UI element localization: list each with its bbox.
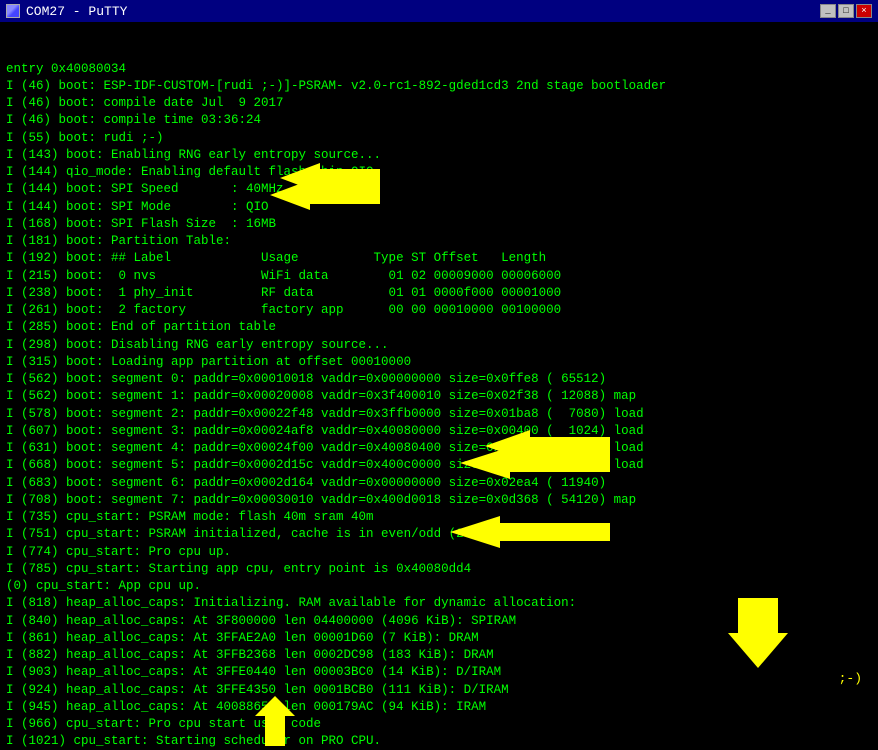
terminal-line: I (562) boot: segment 0: paddr=0x0001001… [6,371,872,388]
terminal-line: I (785) cpu_start: Starting app cpu, ent… [6,561,872,578]
terminal-line: I (168) boot: SPI Flash Size : 16MB [6,216,872,233]
terminal-line: I (945) heap_alloc_caps: At 40088654 len… [6,699,872,716]
terminal-line: I (215) boot: 0 nvs WiFi data 01 02 0000… [6,268,872,285]
terminal-line: I (285) boot: End of partition table [6,319,872,336]
terminal-line: I (143) boot: Enabling RNG early entropy… [6,147,872,164]
terminal-line: I (683) boot: segment 6: paddr=0x0002d16… [6,475,872,492]
smiley-text: ;-) [839,671,862,686]
title-bar-buttons[interactable]: _ □ × [820,4,872,18]
terminal-line: I (46) boot: compile time 03:36:24 [6,112,872,129]
terminal-line: I (238) boot: 1 phy_init RF data 01 01 0… [6,285,872,302]
terminal-line: I (668) boot: segment 5: paddr=0x0002d15… [6,457,872,474]
terminal-line: I (578) boot: segment 2: paddr=0x00022f4… [6,406,872,423]
terminal-line: I (562) boot: segment 1: paddr=0x0002000… [6,388,872,405]
terminal-line: I (861) heap_alloc_caps: At 3FFAE2A0 len… [6,630,872,647]
terminal-line: I (144) qio_mode: Enabling default flash… [6,164,872,181]
terminal-line: I (192) boot: ## Label Usage Type ST Off… [6,250,872,267]
terminal-line: I (181) boot: Partition Table: [6,233,872,250]
terminal-line: I (966) cpu_start: Pro cpu start user co… [6,716,872,733]
terminal-line: I (144) boot: SPI Speed : 40MHz [6,181,872,198]
terminal-line: I (46) boot: ESP-IDF-CUSTOM-[rudi ;-)]-P… [6,78,872,95]
terminal-line: (0) cpu_start: App cpu up. [6,578,872,595]
terminal-line: I (818) heap_alloc_caps: Initializing. R… [6,595,872,612]
window-title: COM27 - PuTTY [26,4,127,19]
terminal-line: I (261) boot: 2 factory factory app 00 0… [6,302,872,319]
putty-icon [6,4,20,18]
maximize-button[interactable]: □ [838,4,854,18]
terminal-line: I (1021) cpu_start: Starting scheduler o… [6,733,872,750]
terminal-line: I (315) boot: Loading app partition at o… [6,354,872,371]
terminal-line: I (882) heap_alloc_caps: At 3FFB2368 len… [6,647,872,664]
terminal-line: I (751) cpu_start: PSRAM initialized, ca… [6,526,872,543]
window: COM27 - PuTTY _ □ × entry 0x40080034I (4… [0,0,878,750]
terminal-line: I (144) boot: SPI Mode : QIO [6,199,872,216]
terminal-line: I (607) boot: segment 3: paddr=0x00024af… [6,423,872,440]
terminal-line: entry 0x40080034 [6,61,872,78]
terminal-line: I (631) boot: segment 4: paddr=0x00024f0… [6,440,872,457]
minimize-button[interactable]: _ [820,4,836,18]
terminal-line: I (735) cpu_start: PSRAM mode: flash 40m… [6,509,872,526]
close-button[interactable]: × [856,4,872,18]
terminal-wrapper: entry 0x40080034I (46) boot: ESP-IDF-CUS… [0,22,878,750]
terminal-line: I (708) boot: segment 7: paddr=0x0003001… [6,492,872,509]
terminal-line: I (46) boot: compile date Jul 9 2017 [6,95,872,112]
terminal-line: I (924) heap_alloc_caps: At 3FFE4350 len… [6,682,872,699]
title-bar-left: COM27 - PuTTY [6,4,127,19]
terminal-line: I (840) heap_alloc_caps: At 3F800000 len… [6,613,872,630]
terminal-line: I (298) boot: Disabling RNG early entrop… [6,337,872,354]
terminal-line: I (55) boot: rudi ;-) [6,130,872,147]
title-bar: COM27 - PuTTY _ □ × [0,0,878,22]
terminal-line: I (774) cpu_start: Pro cpu up. [6,544,872,561]
terminal[interactable]: entry 0x40080034I (46) boot: ESP-IDF-CUS… [0,22,878,750]
terminal-line: I (903) heap_alloc_caps: At 3FFE0440 len… [6,664,872,681]
